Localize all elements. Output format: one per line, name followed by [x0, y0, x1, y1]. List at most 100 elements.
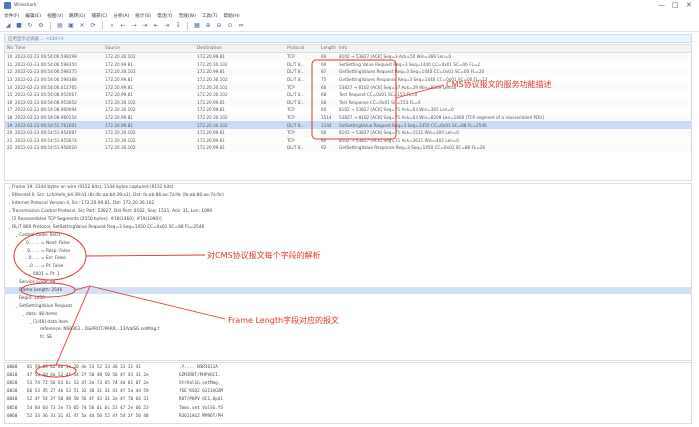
close-icon[interactable]: ✕ [686, 1, 692, 9]
table-row[interactable]: 15 2022-02-23 06:54:08.952067 172.20.99.81… [5, 91, 691, 99]
detail-tree-label: 0... .... = Next: False [26, 240, 70, 246]
cell-time: 2022-02-23 06:54:08.960094 [15, 107, 77, 113]
detail-tree-item[interactable]: ⌄ Control Code: 0x01 [5, 231, 691, 239]
bytes-hex: 47 5a 4d 4a 52 4f 54 2f 50 48 50 56 4f 4… [27, 372, 149, 378]
annotation-label-fields: 对CMS协议报文每个字段的解析 [207, 251, 321, 260]
table-row[interactable]: 18 2022-02-23 06:54:08.960154 172.20.99.81… [5, 113, 691, 122]
forward-icon[interactable]: → [130, 22, 138, 30]
menu-item[interactable]: 统计(S) [135, 13, 151, 19]
cell-no: 13 [7, 77, 13, 83]
cell-length: 75 [321, 77, 327, 83]
col-header-time[interactable]: Time [15, 46, 105, 51]
toolbar-separator [102, 21, 103, 30]
detail-tree-item[interactable]: .0.. .... = Resp: False [5, 247, 691, 255]
bytes-hex: 53 74 72 56 61 6c 53 47 2e 73 65 74 4d 6… [27, 380, 149, 386]
goto-icon[interactable]: ⇥ [141, 22, 149, 30]
table-row[interactable]: 12 2022-02-23 06:54:06.598375 172.20.30.10… [5, 68, 691, 76]
autoscroll-icon[interactable]: ↧ [174, 22, 182, 30]
detail-tree-item[interactable]: › Transmission Control Protocol, Src Port… [5, 208, 691, 216]
menu-item[interactable]: 文件(F) [4, 13, 19, 19]
last-icon[interactable]: ⇥ [163, 22, 171, 30]
back-icon[interactable]: ← [119, 22, 127, 30]
menu-item[interactable]: 编辑(E) [25, 13, 41, 19]
cell-no: 19 [7, 122, 13, 128]
bytes-row[interactable]: 0040 52 4f 54 2f 50 48 50 56 4f 43 31 2e … [5, 396, 691, 404]
bytes-row[interactable]: 0020 53 74 72 56 61 6c 53 47 2e 73 65 74 … [5, 379, 691, 387]
bytes-row[interactable]: 0030 66 53 45 27 4b 53 51 32 36 31 31 41 … [5, 388, 691, 396]
bytes-row[interactable]: 0000 01 59 09 b2 06 1c 20 4e 53 52 33 36 … [5, 363, 691, 371]
col-header-no[interactable]: No. [5, 46, 15, 51]
options-icon[interactable]: ⚙ [37, 22, 45, 30]
zoom-reset-icon[interactable]: ⊙ [226, 22, 234, 30]
table-row[interactable]: 22 2022-02-23 06:54:51.958020 172.20.30.10… [5, 144, 691, 152]
detail-tree-label: data: 48 items [26, 311, 58, 317]
detail-tree-item[interactable]: Frame Length: 2546 [5, 286, 691, 295]
first-icon[interactable]: ⇤ [152, 22, 160, 30]
table-row[interactable]: 21 2022-02-23 06:54:51.955674 172.20.30.10… [5, 137, 691, 145]
packet-list-header: No. Time Source Destination Protocol Len… [5, 45, 691, 53]
bytes-row[interactable]: 0050 54 6d 6d 73 2e 73 65 74 56 61 6c 53 … [5, 404, 691, 412]
colorize-icon[interactable]: ▦ [193, 22, 201, 30]
search-icon[interactable]: ⌕ [108, 22, 116, 30]
table-row[interactable]: 20 2022-02-23 06:54:51.954087 172.20.30.10… [5, 128, 691, 137]
table-row[interactable]: 16 2022-02-23 06:54:08.953052 172.20.30.10… [5, 98, 691, 107]
detail-tree-item[interactable]: › Internet Protocol Version 4, Src: 172.2… [5, 200, 691, 208]
detail-tree-item[interactable]: › Frame 19: 3144 bytes on wire (9152 bits… [5, 184, 691, 192]
detail-tree-item[interactable]: 0... .... = Next: False [5, 239, 691, 247]
detail-tree-item[interactable]: ⌄ SetSettingValue Request [5, 302, 691, 310]
menu-item[interactable]: 电话(Y) [157, 13, 173, 19]
stop-icon[interactable]: ■ [15, 22, 23, 30]
cell-info: 8102 → 53827 [ACK] Seq=3 Ack=50 Win=366 … [339, 54, 451, 60]
menu-item[interactable]: 无线(W) [179, 13, 196, 19]
detail-tree-item[interactable]: fc: SE [5, 334, 691, 342]
table-row[interactable]: 11 2022-02-23 06:54:06.598350 172.20.99.81… [5, 61, 691, 69]
bytes-row[interactable]: 0060 52 33 36 31 31 41 47 5a 4d 50 52 4f … [5, 412, 691, 420]
menu-item[interactable]: 帮助(H) [224, 13, 240, 19]
detail-tree-item[interactable]: › [2 Reassembled TCP Segments (2550 bytes… [5, 216, 691, 224]
detail-tree-item[interactable]: › Ethernet II, Src: LcfcHefe_b4:39:a1 (8c… [5, 192, 691, 200]
detail-tree-item[interactable]: ⌄ DL/T 860 Protocol, SetSettingValue Requ… [5, 223, 691, 231]
table-row[interactable]: 13 2022-02-23 06:54:06.598388 172.20.99.81… [5, 76, 691, 84]
col-header-destination[interactable]: Destination [197, 46, 287, 51]
table-row[interactable]: 17 2022-02-23 06:54:08.960094 172.20.30.10… [5, 106, 691, 114]
col-header-length[interactable]: Length [321, 46, 339, 51]
col-header-info[interactable]: Info [339, 46, 691, 51]
display-filter-input[interactable]: 应用显示过滤器 … <Ctrl-/> [4, 34, 692, 43]
bytes-row[interactable]: 0010 47 5a 4d 4a 52 4f 54 2f 50 48 50 56 … [5, 371, 691, 379]
menu-item[interactable]: 跳转(G) [69, 13, 85, 19]
packet-list: No. Time Source Destination Protocol Len… [4, 44, 692, 181]
reload-icon[interactable]: ⟳ [89, 22, 97, 30]
detail-tree-item[interactable]: .... 0001 = PI: 1 [5, 271, 691, 279]
minimize-icon[interactable]: — [658, 1, 665, 9]
col-header-source[interactable]: Source [105, 46, 197, 51]
menu-item[interactable]: 捕获(C) [91, 13, 107, 19]
shark-fin-icon[interactable]: ◢ [4, 22, 12, 30]
table-row[interactable]: 10 2022-02-23 06:54:06.598299 172.20.30.10… [5, 53, 691, 61]
save-icon[interactable]: ▣ [67, 22, 75, 30]
cell-no: 15 [7, 92, 13, 98]
detail-tree-item[interactable]: ⌄ [1/48] data item [5, 318, 691, 326]
maximize-icon[interactable]: □ [672, 1, 679, 9]
restart-icon[interactable]: ↻ [26, 22, 34, 30]
zoom-out-icon[interactable]: ⊖ [215, 22, 223, 30]
close-file-icon[interactable]: ✕ [78, 22, 86, 30]
cell-no: 11 [7, 61, 13, 67]
detail-tree-item[interactable]: Reqid: 1450 [5, 294, 691, 302]
detail-tree-item[interactable]: ⌄ data: 48 items [5, 310, 691, 318]
cell-length: 1514 [321, 115, 332, 121]
cell-info: SetSetting Value Request Req=3 Seq=1440 … [339, 61, 481, 67]
table-row[interactable]: 14 2022-02-23 06:54:06.412765 172.20.99.81… [5, 83, 691, 91]
resize-columns-icon[interactable]: ⇔ [237, 22, 245, 30]
detail-tree-item[interactable]: ...0 .... = PI: False [5, 263, 691, 271]
menu-item[interactable]: 工具(T) [202, 13, 218, 19]
cell-time: 2022-02-23 06:54:08.953052 [15, 99, 77, 105]
detail-tree-item[interactable]: Service Code: 88 [5, 279, 691, 287]
open-icon[interactable]: ▤ [56, 22, 64, 30]
detail-tree-item[interactable]: ..0. .... = Err: False [5, 255, 691, 263]
detail-tree-item[interactable]: reference: NSR361…D&PROT/PARR…13/ValSG.s… [5, 326, 691, 334]
table-row[interactable]: 19 2022-02-23 06:54:51.761001 172.20.99.81… [5, 121, 691, 129]
col-header-protocol[interactable]: Protocol [287, 46, 321, 51]
menu-item[interactable]: 分析(A) [113, 13, 129, 19]
menu-item[interactable]: 视图(V) [47, 13, 63, 19]
zoom-in-icon[interactable]: ⊕ [204, 22, 212, 30]
